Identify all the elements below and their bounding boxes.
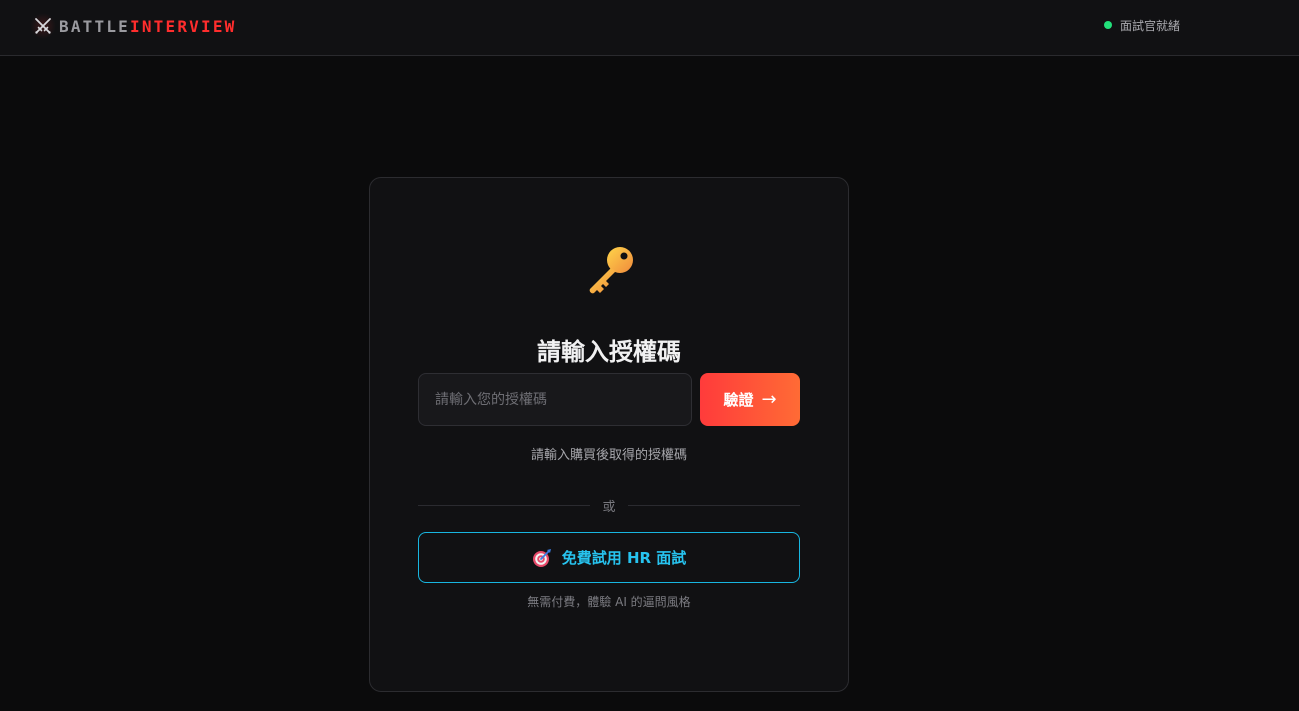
status-text: 面試官就緒 bbox=[1120, 18, 1181, 33]
target-icon bbox=[532, 548, 551, 567]
brand-logo[interactable]: BATTLEINTERVIEW bbox=[30, 12, 237, 40]
brand-name-part1: BATTLE bbox=[59, 16, 130, 36]
arrow-right-icon: → bbox=[761, 389, 777, 410]
interviewer-status: 面試官就緒 bbox=[1104, 16, 1180, 34]
key-icon bbox=[589, 247, 633, 294]
brand-name: BATTLEINTERVIEW bbox=[59, 17, 237, 36]
free-trial-button[interactable]: 免費試用 HR 面試 bbox=[418, 532, 800, 583]
license-card: 請輸入授權碼 驗證 → 請輸入購買後取得的授權碼 或 免費試用 HR 面試 無需… bbox=[369, 177, 849, 692]
verify-button[interactable]: 驗證 → bbox=[700, 373, 800, 426]
license-hint: 請輸入購買後取得的授權碼 bbox=[530, 448, 687, 463]
free-trial-label: 免費試用 HR 面試 bbox=[561, 549, 687, 567]
status-dot-icon bbox=[1104, 21, 1112, 29]
divider-left bbox=[418, 505, 590, 506]
free-trial-subtext: 無需付費，體驗 AI 的逼問風格 bbox=[527, 595, 691, 609]
divider-right bbox=[628, 505, 800, 506]
card-title: 請輸入授權碼 bbox=[537, 338, 681, 366]
verify-button-label: 驗證 bbox=[723, 391, 754, 409]
divider-text: 或 bbox=[602, 500, 616, 515]
top-bar: BATTLEINTERVIEW 面試官就緒 bbox=[0, 0, 1299, 56]
brand-name-part2: INTERVIEW bbox=[130, 16, 237, 36]
crossed-swords-icon bbox=[30, 13, 56, 39]
license-code-input[interactable] bbox=[418, 373, 692, 426]
